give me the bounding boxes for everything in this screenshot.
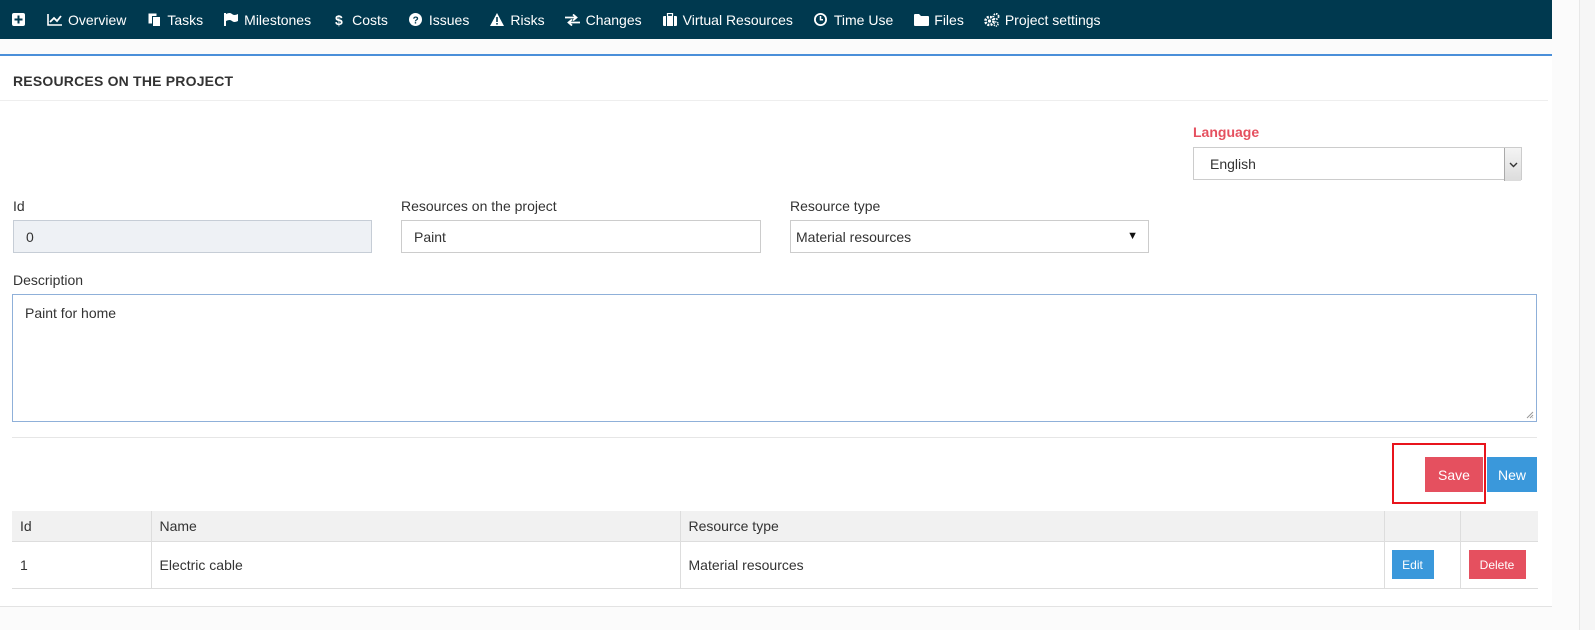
resource-name-label: Resources on the project [401,198,557,214]
svg-text:?: ? [413,16,419,27]
chevron-down-icon [1509,162,1517,167]
language-value: English [1210,155,1256,172]
folder-icon [913,13,929,27]
nav-overview[interactable]: Overview [47,12,126,28]
cell-name: Electric cable [151,541,681,589]
nav-costs-label: Costs [352,11,388,28]
id-field: 0 [13,220,372,253]
nav-virtual-resources-label: Virtual Resources [682,11,793,28]
flag-icon [223,13,239,27]
gears-icon [984,12,1000,27]
description-value: Paint for home [25,305,117,321]
new-button[interactable]: New [1487,457,1537,492]
save-button[interactable]: Save [1425,457,1483,492]
add-project-button[interactable] [10,13,31,27]
nav-time-use[interactable]: Time Use [813,12,893,28]
nav-risks-label: Risks [510,11,545,28]
resource-name-value: Paint [414,228,446,245]
exchange-icon [565,13,581,27]
nav-time-use-label: Time Use [833,11,894,28]
resource-name-input[interactable]: Paint [401,220,761,253]
nav-costs[interactable]: $ Costs [331,12,388,28]
resource-type-label: Resource type [790,198,881,214]
nav-files-label: Files [934,11,964,28]
description-label: Description [13,272,84,288]
column-header-edit [1384,511,1461,542]
cell-resource-type: Material resources [680,541,1385,589]
dollar-icon: $ [331,13,347,27]
language-select[interactable]: English [1193,147,1522,181]
column-header-id: Id [12,511,152,542]
resource-type-value: Material resources [796,228,912,245]
warning-icon [489,13,505,27]
nav-risks[interactable]: Risks [489,11,545,28]
language-label: Language [1193,124,1260,140]
cell-edit: Edit [1384,541,1461,589]
column-header-resource-type: Resource type [680,511,1385,542]
delete-button[interactable]: Delete [1468,550,1526,579]
language-dropdown-button[interactable] [1504,148,1521,181]
resize-handle-icon[interactable] [1526,411,1534,419]
edit-button[interactable]: Edit [1391,550,1434,579]
clock-icon [813,13,829,27]
top-navbar: Overview Tasks Milestones $ Costs ? Issu… [0,0,1552,39]
nav-overview-label: Overview [68,11,127,28]
table-row: 1 Electric cable Material resources Edit… [12,541,1538,589]
nav-tasks[interactable]: Tasks [146,12,203,28]
form-divider [12,437,1537,438]
resource-type-select[interactable]: Material resources ▼ [790,220,1149,253]
nav-files[interactable]: Files [913,12,964,28]
nav-changes[interactable]: Changes [565,12,642,28]
svg-text:$: $ [335,13,343,27]
nav-virtual-resources[interactable]: Virtual Resources [662,12,793,28]
nav-issues-label: Issues [428,11,470,28]
line-chart-icon [47,13,63,27]
plus-square-icon [10,13,26,27]
cell-delete: Delete [1460,541,1538,589]
caret-down-icon: ▼ [1127,230,1138,242]
resources-panel: RESOURCES ON THE PROJECT Language Englis… [0,54,1552,607]
nav-project-settings-label: Project settings [1004,11,1101,28]
nav-changes-label: Changes [585,11,642,28]
title-divider [0,100,1548,101]
nav-issues[interactable]: ? Issues [408,12,469,28]
cell-id: 1 [12,541,152,589]
page-title: RESOURCES ON THE PROJECT [13,73,234,89]
question-circle-icon: ? [408,13,424,27]
resources-table: Id Name Resource type 1 Electric cable M… [12,511,1538,589]
copy-icon [146,13,162,27]
description-textarea[interactable]: Paint for home [12,294,1537,422]
nav-milestones-label: Milestones [244,11,312,28]
briefcase-icon [662,13,678,27]
id-value: 0 [26,228,34,245]
nav-tasks-label: Tasks [167,11,204,28]
nav-project-settings[interactable]: Project settings [984,12,1101,28]
column-header-name: Name [151,511,681,542]
id-label: Id [13,198,25,214]
page-scrollbar[interactable] [1579,0,1595,630]
nav-milestones[interactable]: Milestones [223,12,311,28]
table-header-row: Id Name Resource type [12,511,1538,542]
column-header-delete [1460,511,1538,542]
